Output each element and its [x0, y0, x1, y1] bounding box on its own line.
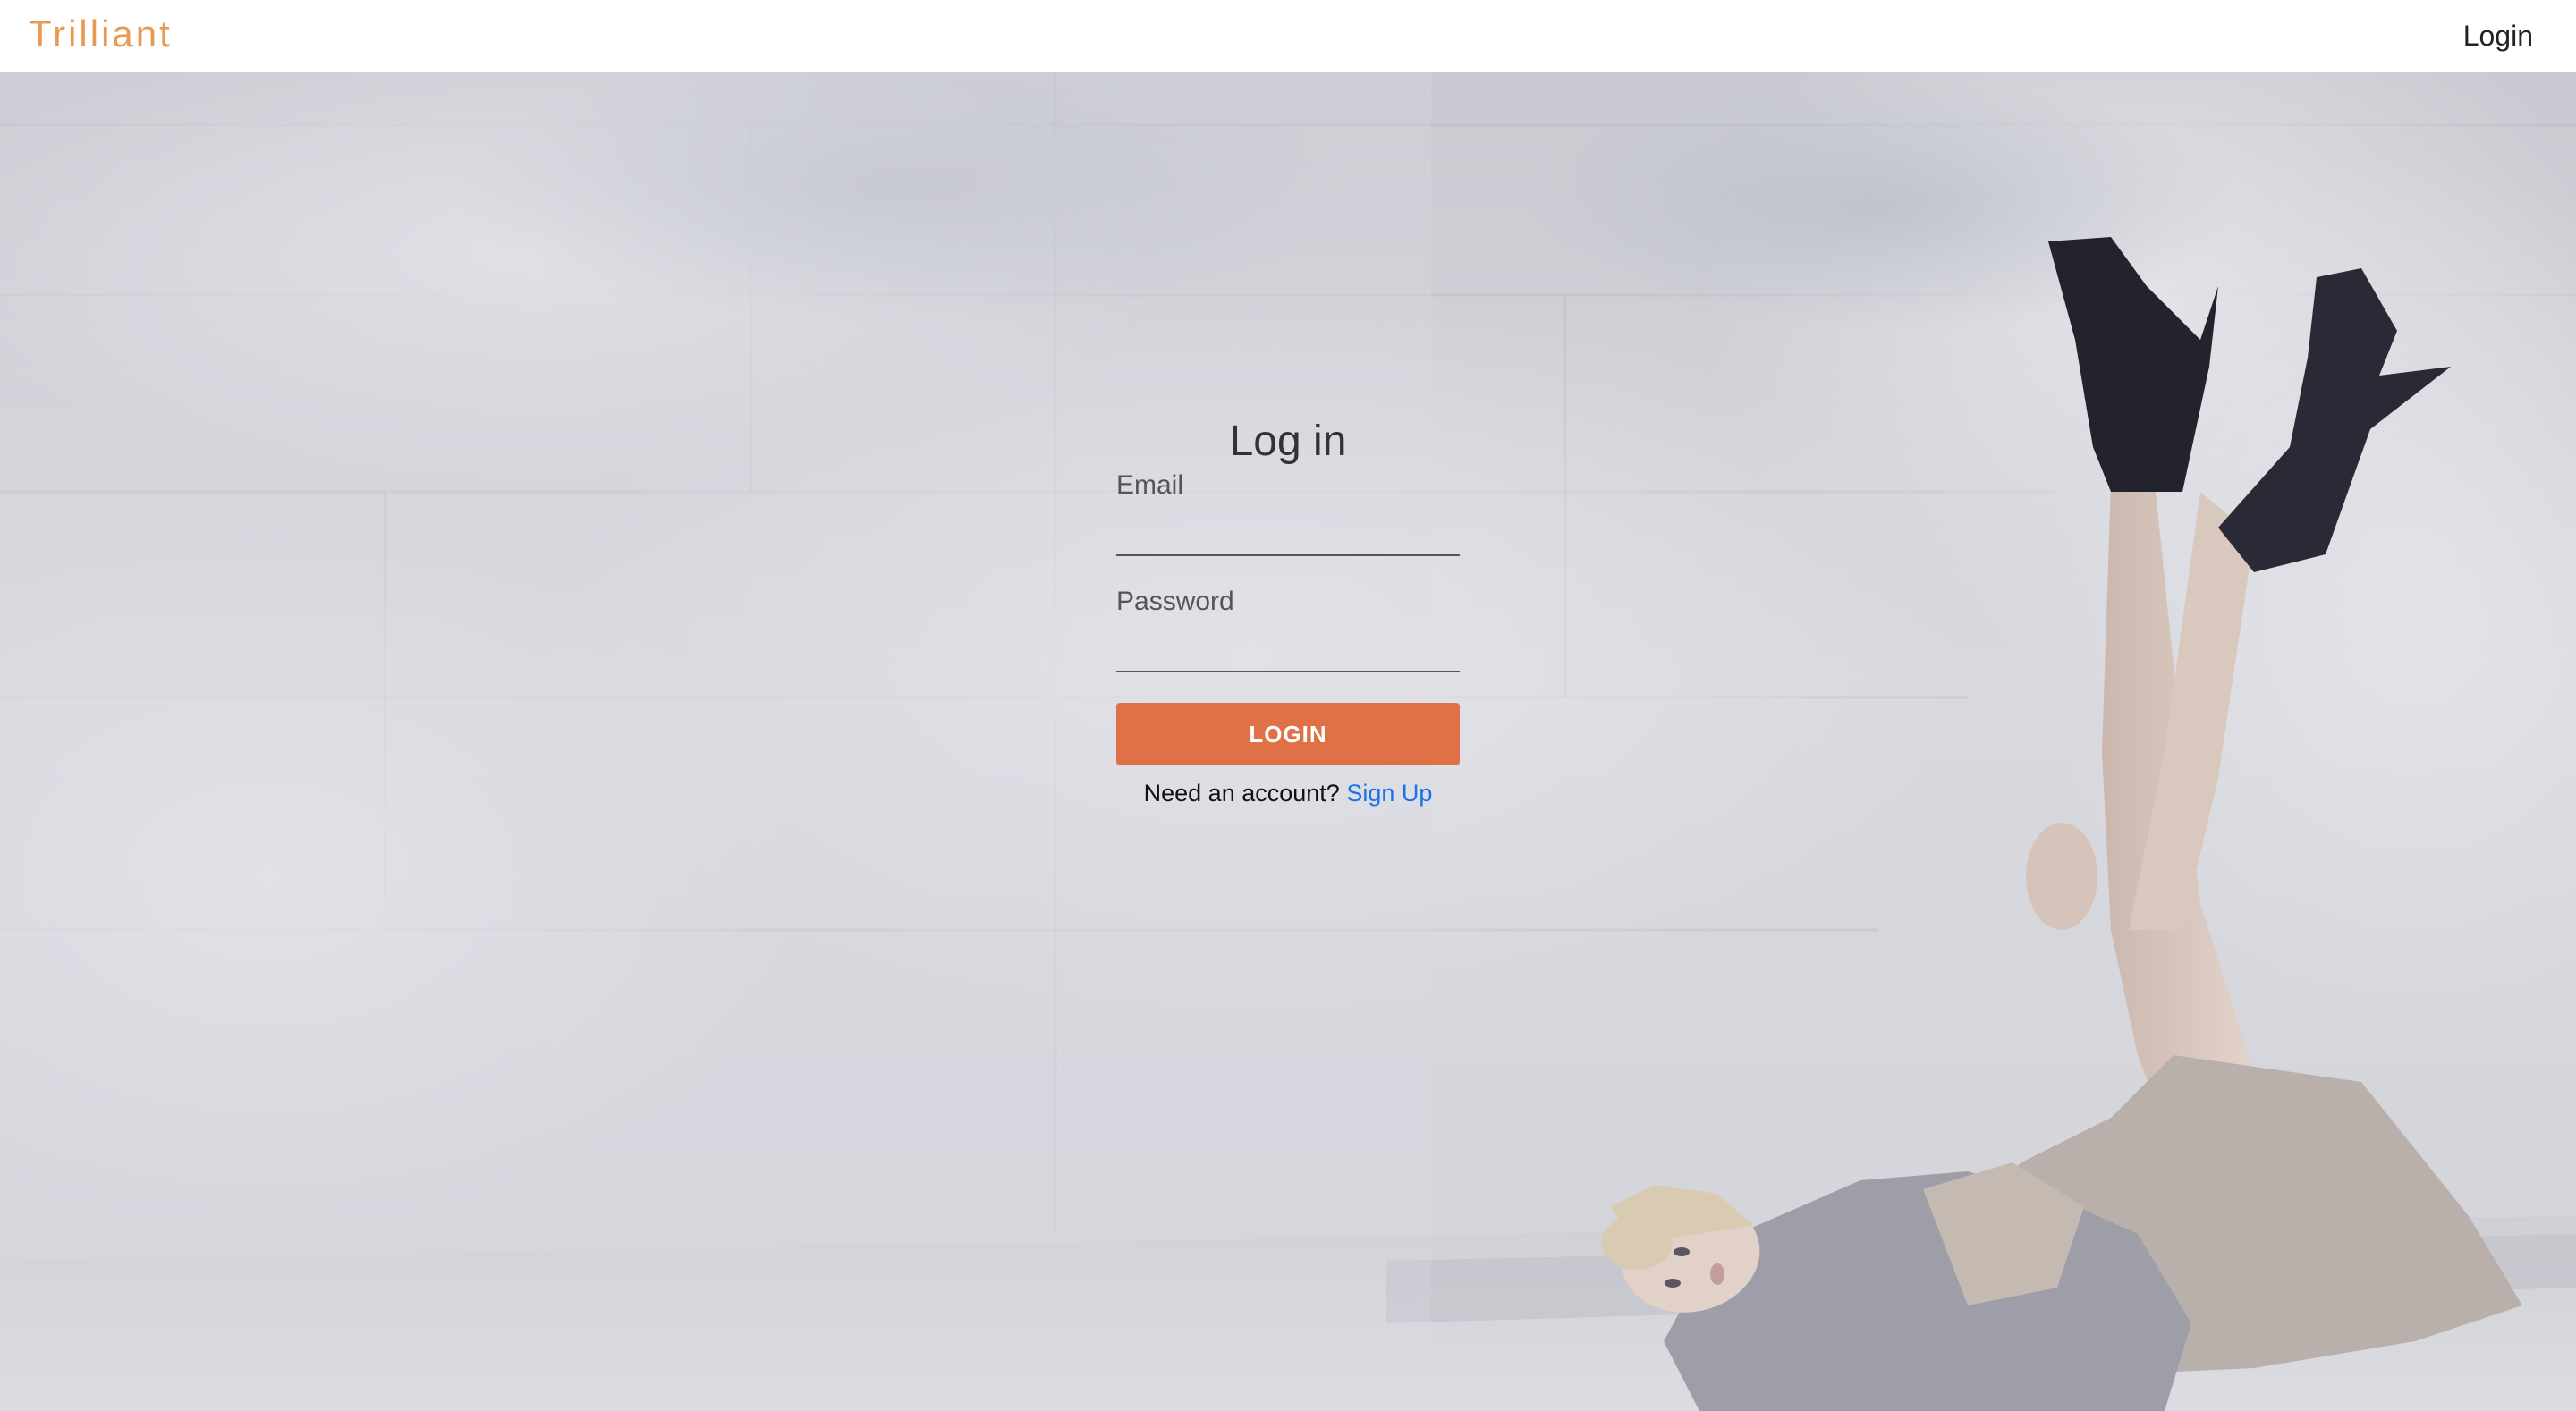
signup-line: Need an account? Sign Up: [1116, 780, 1460, 807]
brand-logo[interactable]: Trilliant: [29, 13, 173, 55]
email-field[interactable]: [1116, 501, 1460, 556]
signup-link[interactable]: Sign Up: [1346, 780, 1432, 807]
login-submit-button[interactable]: LOGIN: [1116, 703, 1460, 765]
hero-background: Log in Email Password LOGIN Need an acco…: [0, 72, 2576, 1411]
password-field[interactable]: [1116, 617, 1460, 672]
top-navbar: Trilliant Login: [0, 0, 2576, 72]
signup-prompt: Need an account?: [1143, 780, 1340, 807]
email-label: Email: [1116, 470, 1184, 500]
nav-login-link[interactable]: Login: [2463, 20, 2533, 53]
login-form: Log in Email Password LOGIN Need an acco…: [1116, 420, 1460, 807]
password-label: Password: [1116, 587, 1234, 616]
login-title: Log in: [1229, 418, 1347, 465]
